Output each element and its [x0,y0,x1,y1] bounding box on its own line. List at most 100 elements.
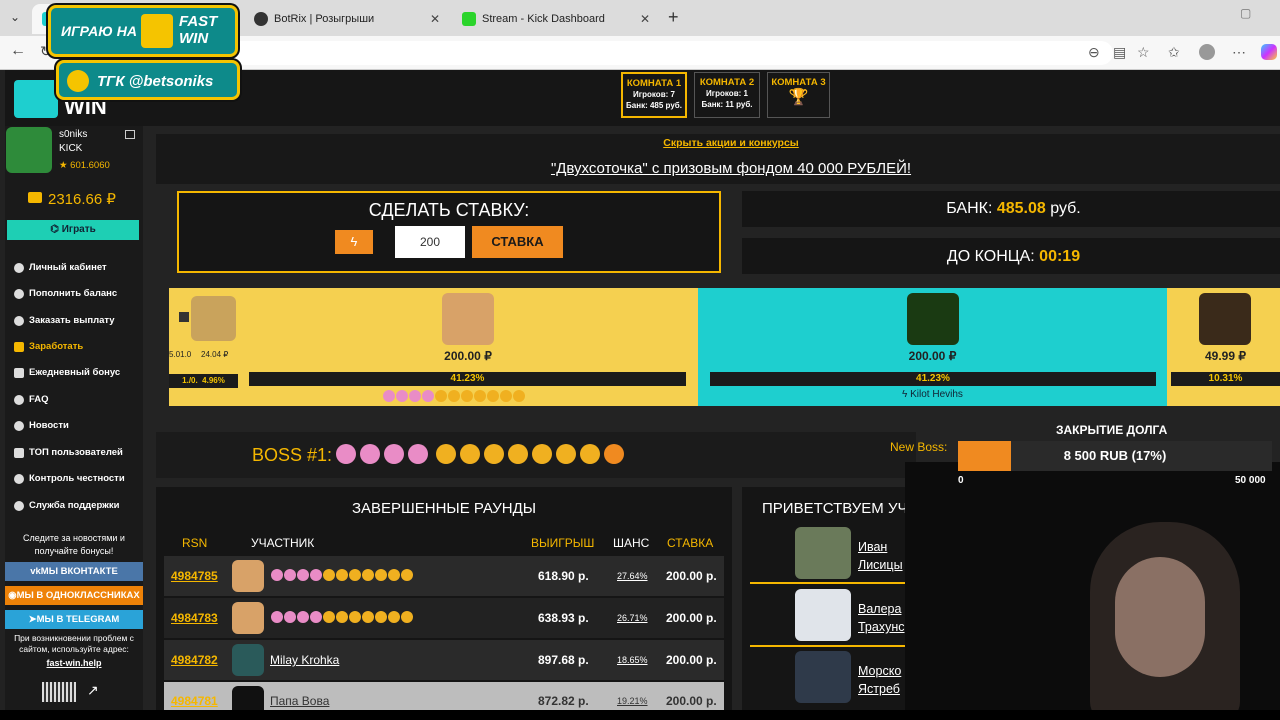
sidebar-item-cabinet[interactable]: Личный кабинет [14,262,107,273]
profile-avatar-icon[interactable] [1199,44,1215,60]
participant-emoji-row [271,569,414,584]
close-tab-icon[interactable]: ✕ [430,12,440,26]
player-card-corgi[interactable]: 200.00 ₽ 41.23% [238,288,698,406]
chance-link[interactable]: 19.21% [617,696,648,706]
tab-botrix[interactable]: BotRix | Розыгрыши ✕ [244,4,450,34]
divider [750,582,910,584]
sidebar-item-support[interactable]: Служба поддержки [14,500,119,511]
favorite-star-icon[interactable]: ☆ [1137,44,1150,61]
player-card-kilot[interactable]: 200.00 ₽ 41.23% ϟ Kilot Hevihs [698,288,1167,406]
telegram-icon [67,70,89,92]
question-emoji-icon [604,444,624,464]
sidebar-item-top-users[interactable]: ТОП пользователей [14,447,123,458]
chance-link[interactable]: 27.64% [617,571,648,581]
copilot-icon[interactable] [1261,44,1277,60]
user-avatar[interactable] [795,527,851,579]
welcome-user-name[interactable]: Морско Ястреб [858,662,908,698]
rsn-link[interactable]: 4984781 [164,694,232,708]
problem-text: При возникновении проблем с сайтом, испо… [14,633,134,654]
cat-avatar [191,296,236,341]
kick-favicon-icon [462,12,476,26]
sidebar-item-earn[interactable]: Заработать [14,341,83,352]
table-row[interactable]: 4984782 Milay Krohka 897.68 р. 18.65% 20… [164,640,724,680]
download-circle-icon [14,315,24,326]
boss-label: BOSS #1: [252,445,333,465]
new-boss-label: New Boss: [890,440,948,454]
rsn-link[interactable]: 4984783 [164,611,232,625]
vk-button[interactable]: vk МЫ ВКОНТАКТЕ [5,562,143,581]
sidebar-item-deposit[interactable]: Пополнить баланс [14,288,117,299]
telegram-button[interactable]: ➤ МЫ В TELEGRAM [5,610,143,629]
table-row[interactable]: 4984785 618.90 р. 27.64% 200.00 р. [164,556,724,596]
angry-emoji-icon [556,444,576,464]
botrix-favicon-icon [254,12,268,26]
sidebar-item-withdraw[interactable]: Заказать выплату [14,315,115,326]
mirror-link[interactable]: fast-win.help [10,658,138,668]
tab-kick[interactable]: Stream - Kick Dashboard ✕ [452,4,660,34]
sidebar-item-fairness[interactable]: Контроль честности [14,473,125,484]
header-win: ВЫИГРЫШ [531,536,595,550]
user-avatar[interactable] [6,127,52,173]
table-row[interactable]: 4984781 Папа Вова 872.82 р. 19.21% 200.0… [164,682,724,710]
player-emoji-row [383,389,553,402]
zoom-icon[interactable]: ⊖ [1088,44,1100,61]
back-arrow-icon[interactable]: ← [10,42,26,60]
ok-button[interactable]: ◉ МЫ В ОДНОКЛАССНИКАХ [5,586,143,605]
gift-icon [14,367,24,378]
participant-name[interactable]: Milay Krohka [270,653,339,667]
header-bet: СТАВКА [667,536,714,550]
pig-emoji-icon [271,611,283,623]
chance-link[interactable]: 26.71% [617,613,648,623]
play-button[interactable]: ⌬ Играть [7,220,139,240]
user-last-name: Ястреб [858,682,900,696]
player-avatar [232,644,264,676]
room-1[interactable]: КОМНАТА 1 Игроков: 7 Банк: 485 руб. [621,72,687,118]
window-minimize-icon[interactable]: ▢ [1240,6,1251,20]
laugh-emoji-icon [336,569,348,581]
sidebar-item-faq[interactable]: FAQ [14,394,49,405]
bet-amount-input[interactable]: 200 [395,226,465,258]
hide-promos-link[interactable]: Скрыть акции и конкурсы [156,137,1280,149]
pig-emoji-icon [408,444,428,464]
user-avatar-placeholder[interactable] [795,589,851,641]
promo-title-link[interactable]: "Двухсоточка" с призовым фондом 40 000 Р… [156,160,1280,177]
more-menu-icon[interactable]: ⋯ [1232,44,1246,61]
room-2[interactable]: КОМНАТА 2 Игроков: 1 Банк: 11 руб. [694,72,760,118]
participant-name[interactable]: Папа Вова [270,694,329,708]
player-amount: 200.00 ₽ [444,349,492,363]
tab-list-chevron-icon[interactable]: ⌄ [10,10,20,24]
rsn-link[interactable]: 4984785 [164,569,232,583]
table-row[interactable]: 4984783 638.93 р. 26.71% 200.00 р. [164,598,724,638]
new-tab-icon[interactable]: + [668,7,679,28]
user-avatar[interactable] [795,651,851,703]
timer-label: ДО КОНЦА: [946,248,1035,265]
overlay-telegram-text: ТГК @betsoniks [97,73,214,90]
rsn-link[interactable]: 4984782 [164,653,232,667]
reader-icon[interactable]: ▤ [1113,44,1126,61]
external-link-icon[interactable]: ↗ [87,682,99,699]
player-amount: 200.00 ₽ [908,349,957,363]
qr-code-icon[interactable] [42,682,76,702]
angry-emoji-icon [388,611,400,623]
corgi-avatar [442,293,494,345]
pig-emoji-icon [297,611,309,623]
info-icon [14,420,24,431]
follow-text: Следите за новостями и получайте бонусы! [23,533,125,556]
bet-button[interactable]: СТАВКА [472,226,563,258]
settings-card-icon[interactable] [125,130,135,139]
welcome-user-name[interactable]: Валера Трахунс [858,600,908,636]
close-tab-icon[interactable]: ✕ [640,12,650,26]
username[interactable]: s0niks [59,129,87,140]
chance-link[interactable]: 18.65% [617,655,648,665]
kiss-emoji-icon [349,569,361,581]
room-3[interactable]: КОМНАТА 3 🏆 [767,72,830,118]
sidebar-item-daily-bonus[interactable]: Ежедневный бонус [14,367,120,378]
favorites-icon[interactable]: ✩ [1168,44,1180,61]
player-name: ϟ Kilot Hevihs [902,389,963,400]
sidebar-item-news[interactable]: Новости [14,420,69,431]
sidebar-item-label: Личный кабинет [29,262,107,273]
welcome-user-name[interactable]: Иван Лисицы [858,538,908,574]
player-card-masonic[interactable]: 49.99 ₽ 10.31% [1167,288,1280,406]
quick-bet-button[interactable]: ϟ [335,230,373,254]
player-card-small[interactable]: 5.01.0 24.04 ₽ 1./0. 4.96% [169,288,238,406]
